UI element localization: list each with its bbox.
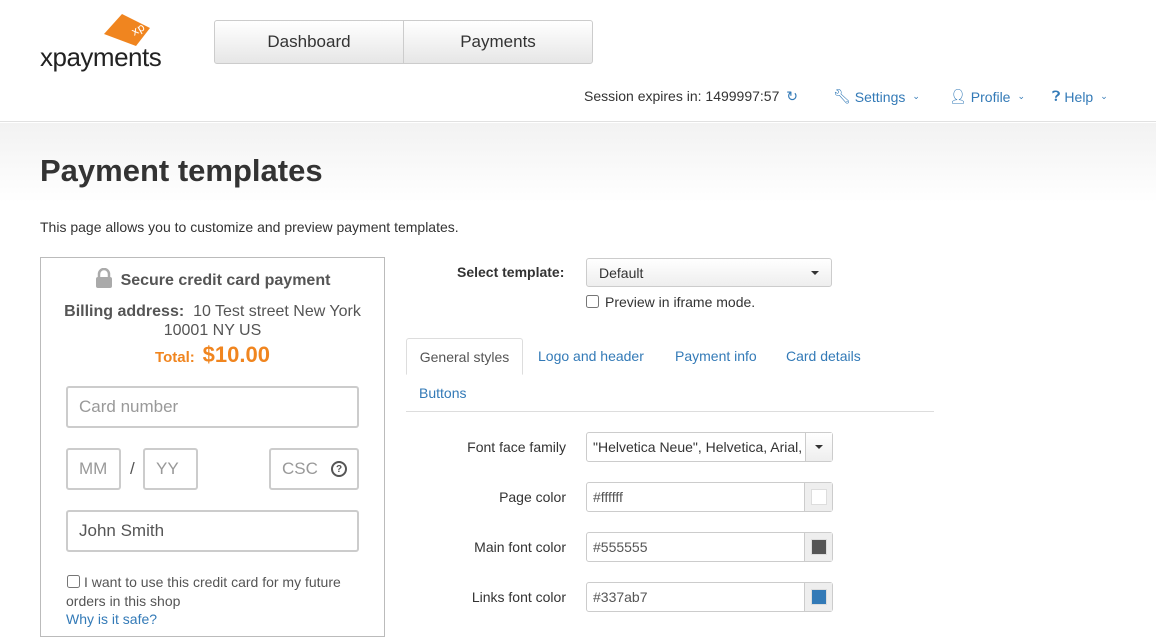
- font-family-value: "Helvetica Neue", Helvetica, Arial, sans…: [593, 439, 803, 455]
- why-safe-link[interactable]: Why is it safe?: [66, 611, 157, 627]
- page-title: Payment templates: [40, 153, 323, 188]
- billing-line1: 10 Test street New York: [193, 303, 361, 320]
- secure-payment-title: Secure credit card payment: [41, 267, 384, 290]
- iframe-mode-checkbox[interactable]: [586, 295, 599, 308]
- main-font-color-input[interactable]: #555555: [586, 532, 833, 562]
- nav-payments-button[interactable]: Payments: [403, 21, 592, 63]
- expiry-year-input[interactable]: YY: [143, 448, 198, 490]
- tab-card-details[interactable]: Card details: [786, 348, 861, 364]
- links-font-color-value: #337ab7: [593, 589, 648, 605]
- csc-input[interactable]: CSC ?: [269, 448, 359, 490]
- links-font-color-input[interactable]: #337ab7: [586, 582, 833, 612]
- main-nav: Dashboard Payments: [214, 20, 593, 64]
- refresh-icon[interactable]: ↻: [786, 88, 798, 104]
- font-family-label: Font face family: [467, 439, 566, 455]
- session-label: Session expires in:: [584, 88, 702, 104]
- cardholder-name-input[interactable]: John Smith: [66, 510, 359, 552]
- expiry-separator: /: [130, 459, 135, 478]
- help-menu-label: Help: [1064, 88, 1094, 105]
- billing-address: Billing address: 10 Test street New York…: [41, 302, 384, 340]
- tab-general-styles[interactable]: General styles: [406, 338, 523, 375]
- iframe-mode-option: Preview in iframe mode.: [586, 294, 755, 310]
- settings-tabs: General styles Logo and header Payment i…: [406, 338, 934, 412]
- billing-label: Billing address:: [64, 303, 185, 320]
- color-swatch: [810, 539, 827, 555]
- session-value: 1499997:57: [705, 88, 780, 104]
- total-label: Total:: [155, 349, 195, 366]
- chevron-down-icon: ⌄: [912, 91, 920, 101]
- color-swatch: [810, 489, 827, 505]
- iframe-mode-label: Preview in iframe mode.: [605, 294, 756, 310]
- main-font-color-picker[interactable]: [804, 533, 832, 561]
- question-circle-icon[interactable]: ?: [331, 461, 347, 477]
- caret-down-icon: [811, 271, 819, 275]
- tab-buttons[interactable]: Buttons: [419, 385, 466, 401]
- page-color-label: Page color: [499, 489, 566, 505]
- settings-menu[interactable]: 🔧︎ Settings ⌄: [833, 88, 920, 105]
- chevron-down-icon: ⌄: [1017, 91, 1026, 101]
- page-color-picker[interactable]: [804, 483, 832, 511]
- total-amount: Total: $10.00: [41, 342, 384, 368]
- color-swatch: [810, 589, 827, 605]
- question-circle-icon: ❓︎: [1052, 88, 1061, 104]
- card-number-input[interactable]: Card number: [66, 386, 359, 428]
- lock-icon: [95, 267, 112, 288]
- profile-menu-label: Profile: [970, 88, 1011, 105]
- nav-dashboard-button[interactable]: Dashboard: [215, 21, 403, 63]
- page-description: This page allows you to customize and pr…: [40, 219, 459, 235]
- page-color-value: #ffffff: [593, 489, 623, 505]
- font-family-dropdown-button[interactable]: [805, 433, 832, 461]
- billing-line2: 10001 NY US: [163, 322, 262, 339]
- user-icon: 👤︎: [949, 88, 967, 104]
- xpayments-logo[interactable]: xp xpayments: [40, 14, 175, 72]
- caret-down-icon: [815, 445, 823, 449]
- main-font-color-label: Main font color: [474, 539, 566, 555]
- total-value: $10.00: [202, 342, 270, 367]
- page-color-input[interactable]: #ffffff: [586, 482, 833, 512]
- font-family-select[interactable]: "Helvetica Neue", Helvetica, Arial, sans…: [586, 432, 833, 462]
- select-template-label: Select template:: [457, 264, 565, 280]
- top-bar: Session expires in: 1499997:57 ↻ 🔧︎ Sett…: [0, 86, 1156, 106]
- expiry-month-input[interactable]: MM: [66, 448, 121, 490]
- save-card-checkbox[interactable]: [67, 575, 80, 588]
- secure-title-text: Secure credit card payment: [120, 272, 331, 289]
- csc-placeholder: CSC: [282, 459, 318, 478]
- save-card-label: I want to use this credit card for my fu…: [66, 574, 341, 609]
- logo-text: xpayments: [40, 42, 162, 72]
- template-select-value: Default: [599, 265, 644, 281]
- payment-preview-panel: Secure credit card payment Billing addre…: [40, 257, 385, 637]
- main-font-color-value: #555555: [593, 539, 648, 555]
- settings-menu-label: Settings: [854, 88, 906, 105]
- profile-menu[interactable]: 👤︎ Profile ⌄: [949, 88, 1025, 105]
- links-font-color-picker[interactable]: [804, 583, 832, 611]
- template-select[interactable]: Default: [586, 258, 832, 287]
- tab-payment-info[interactable]: Payment info: [675, 348, 757, 364]
- wrench-icon: 🔧︎: [833, 88, 851, 104]
- links-font-color-label: Links font color: [471, 589, 566, 605]
- help-menu[interactable]: ❓︎ Help ⌄: [1052, 88, 1108, 105]
- app-header: xp xpayments Dashboard Payments Session …: [0, 0, 1156, 122]
- session-timer: Session expires in: 1499997:57 ↻: [584, 88, 798, 105]
- tab-logo-and-header[interactable]: Logo and header: [538, 348, 644, 364]
- chevron-down-icon: ⌄: [1100, 91, 1108, 101]
- save-card-option: I want to use this credit card for my fu…: [66, 573, 366, 611]
